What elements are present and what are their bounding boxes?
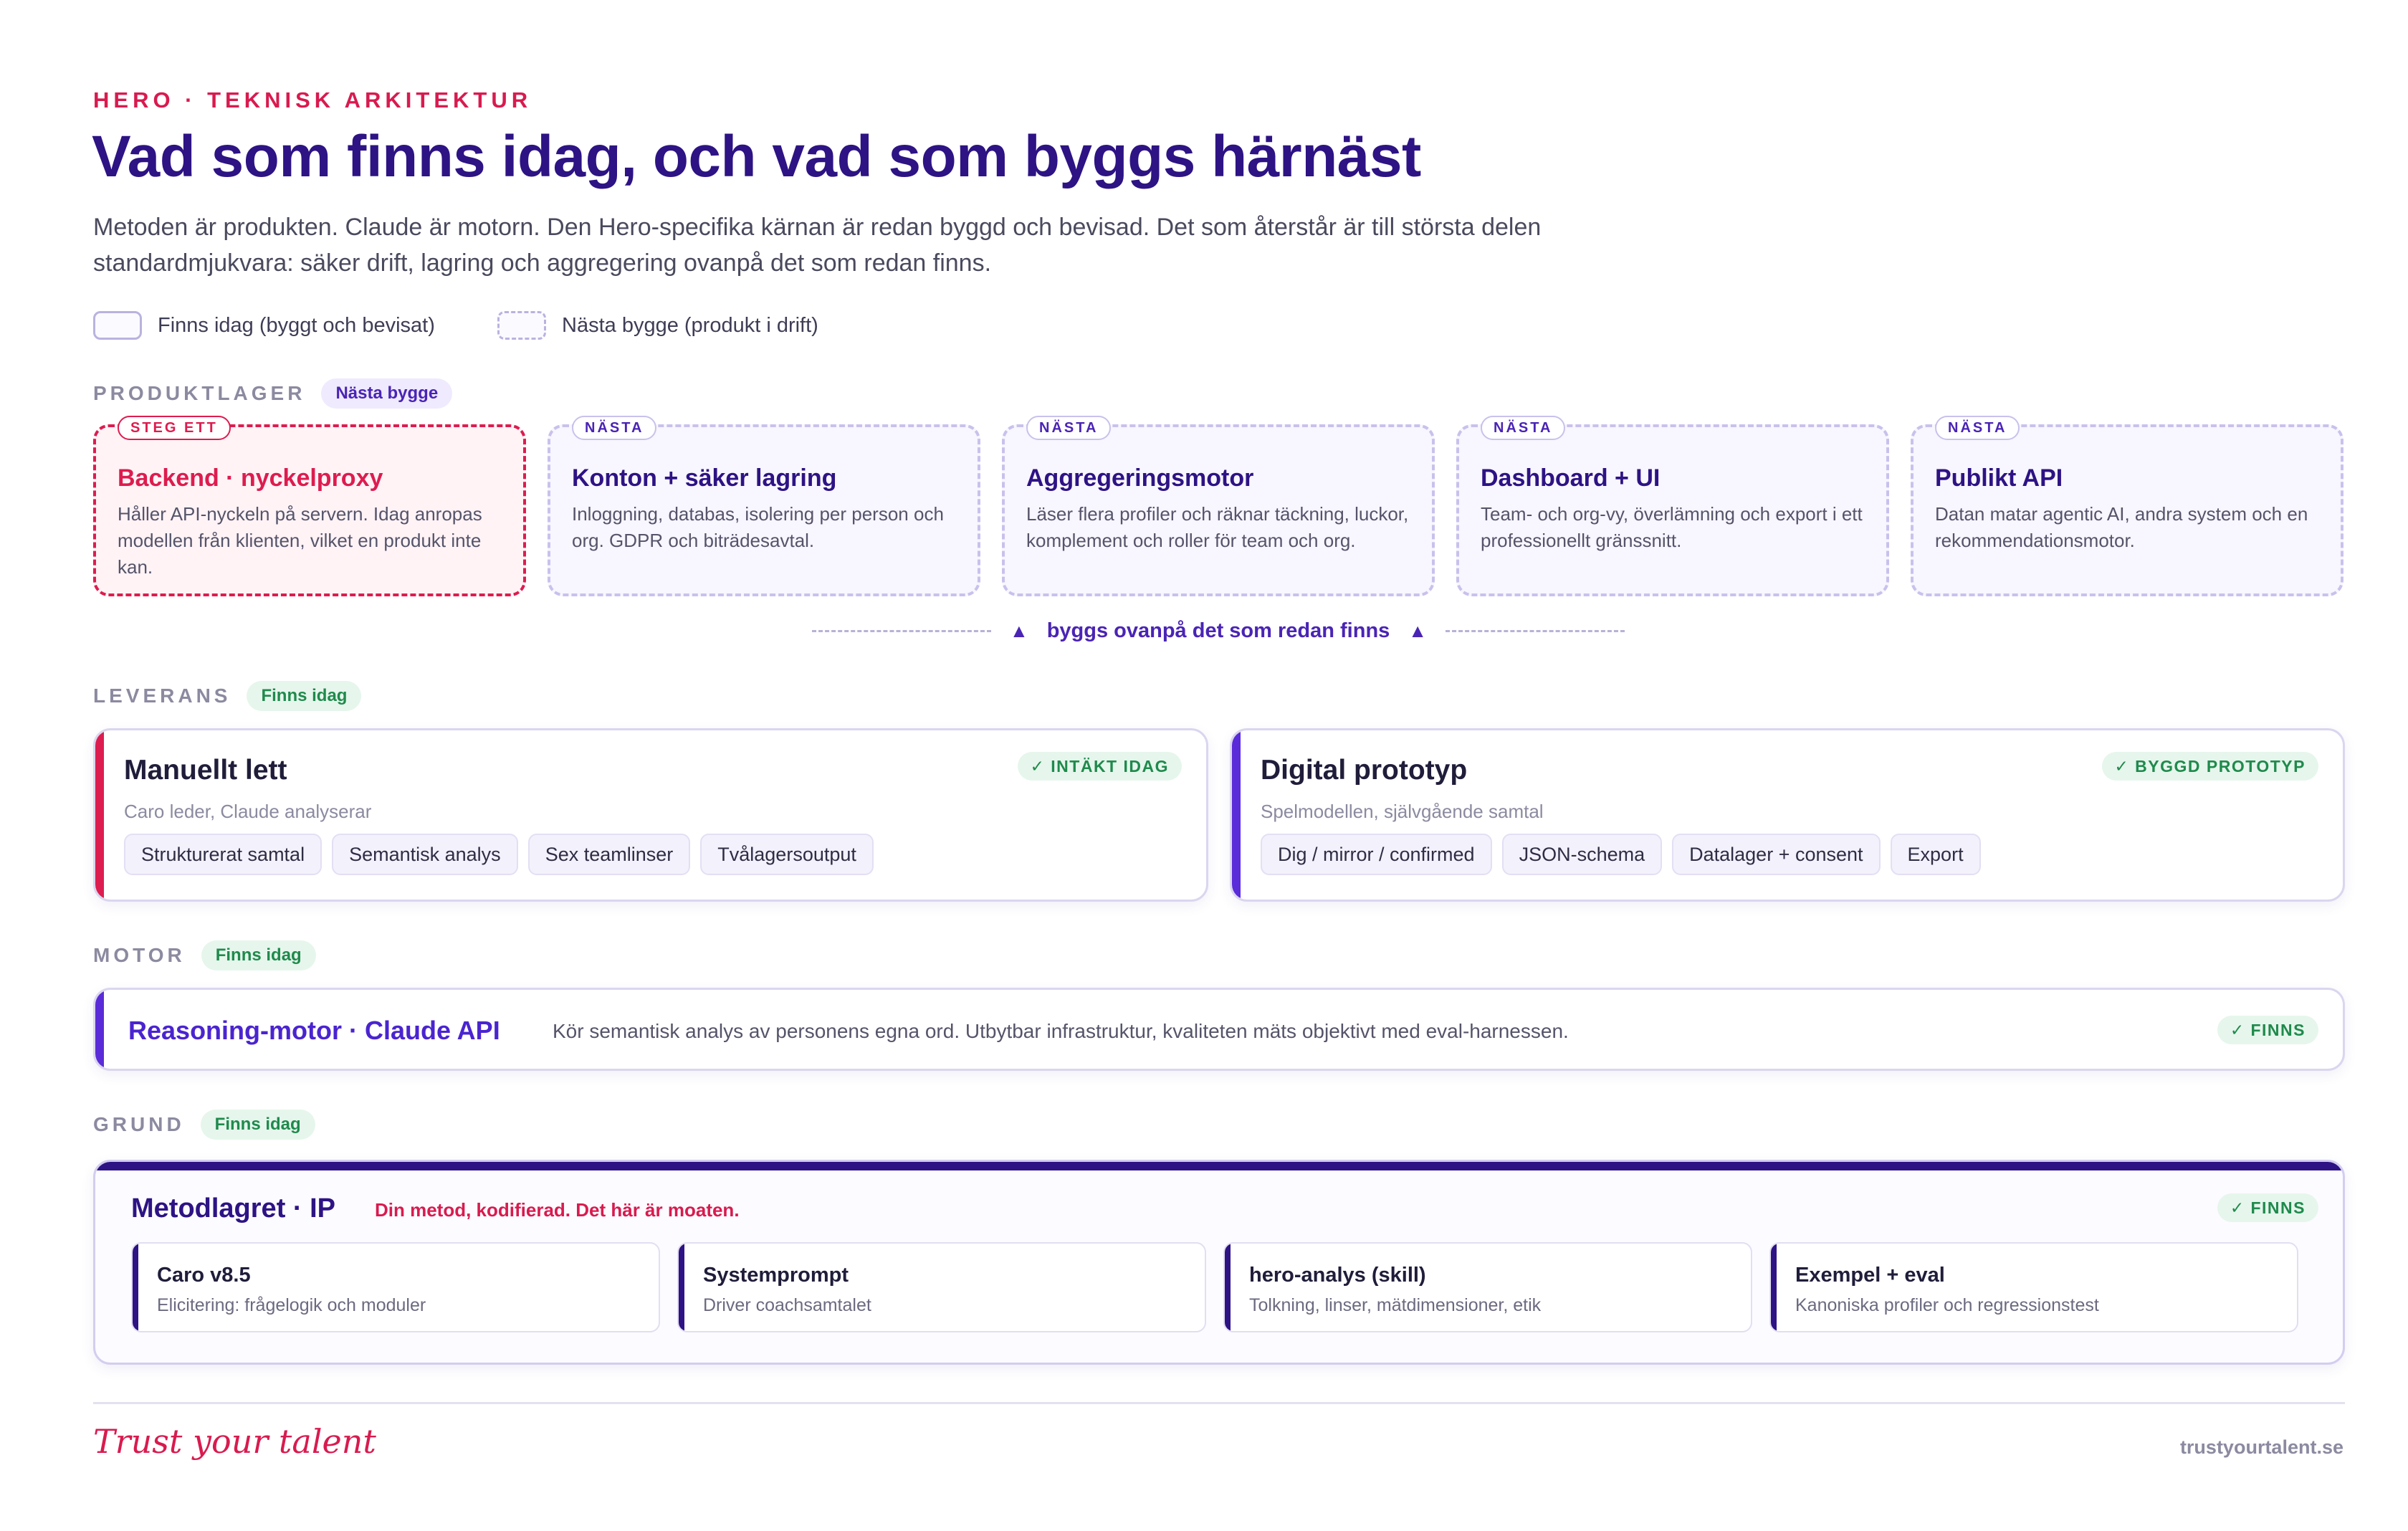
foundation-subtitle: Din metod, kodifierad. Det här är moaten…: [375, 1199, 740, 1221]
arrow-up-icon: ▲: [1009, 619, 1028, 642]
accent-bar: [1225, 1244, 1231, 1331]
layer-connector: ▲ byggs ovanpå det som redan finns ▲: [796, 616, 1641, 645]
card-tag: NÄSTA: [1481, 416, 1566, 440]
accent-bar: [1232, 730, 1241, 900]
foundation-item-systemprompt: Systemprompt Driver coachsamtalet: [677, 1242, 1206, 1332]
card-title: Manuellt lett: [124, 755, 287, 786]
foundation-item-eval: Exempel + eval Kanoniska profiler och re…: [1769, 1242, 2298, 1332]
chip-list: Dig / mirror / confirmed JSON-schema Dat…: [1261, 834, 1981, 875]
chip: Export: [1890, 834, 1981, 875]
accent-bar: [95, 730, 104, 900]
delivery-card-prototype: Digital prototyp Spelmodellen, självgåen…: [1230, 728, 2345, 902]
status-badge: ✓ FINNS: [2217, 1016, 2318, 1044]
product-card-aggregation: NÄSTA Aggregeringsmotor Läser flera prof…: [1002, 416, 1435, 596]
legend-solid-swatch: [93, 311, 142, 340]
item-description: Driver coachsamtalet: [703, 1295, 871, 1315]
lead-text: Metoden är produkten. Claude är motorn. …: [93, 214, 1542, 277]
layer-label: MOTOR: [93, 944, 186, 966]
card-title: Dashboard + UI: [1481, 464, 1661, 492]
legend-next: Nästa bygge (produkt i drift): [497, 310, 818, 341]
card-description: Inloggning, databas, isolering per perso…: [572, 503, 944, 551]
item-title: hero-analys (skill): [1249, 1264, 1426, 1287]
accent-bar: [95, 990, 104, 1069]
item-description: Elicitering: frågelogik och moduler: [157, 1295, 426, 1315]
item-description: Tolkning, linser, mätdimensioner, etik: [1249, 1295, 1542, 1315]
signature-logo: Trust your talent: [93, 1422, 376, 1461]
layer-header-product: PRODUKTLAGER Nästa bygge: [93, 376, 453, 411]
card-description: Datan matar agentic AI, andra system och…: [1935, 503, 2308, 551]
status-badge: ✓ FINNS: [2217, 1193, 2318, 1222]
dashed-line-left: [811, 629, 991, 632]
engine-description: Kör semantisk analys av personens egna o…: [553, 1020, 1569, 1042]
accent-bar: [1771, 1244, 1777, 1331]
layer-header-engine: MOTOR Finns idag: [93, 938, 316, 973]
layer-header-foundation: GRUND Finns idag: [93, 1107, 315, 1143]
card-subtitle: Spelmodellen, självgående samtal: [1261, 801, 1544, 822]
layer-label: PRODUKTLAGER: [93, 382, 306, 404]
legend-exists: Finns idag (byggt och bevisat): [93, 310, 435, 341]
accent-bar: [133, 1244, 138, 1331]
layer-label: GRUND: [93, 1113, 185, 1135]
legend-exists-label: Finns idag (byggt och bevisat): [158, 313, 435, 337]
card-title: Publikt API: [1935, 464, 2063, 492]
status-badge: ✓ BYGGD PROTOTYP: [2101, 752, 2318, 781]
product-card-public-api: NÄSTA Publikt API Datan matar agentic AI…: [1911, 416, 2344, 596]
foundation-item-hero-analys: hero-analys (skill) Tolkning, linser, mä…: [1223, 1242, 1752, 1332]
card-description: Håller API-nyckeln på servern. Idag anro…: [118, 503, 482, 578]
footer-divider: [93, 1402, 2345, 1404]
legend-next-label: Nästa bygge (produkt i drift): [562, 313, 818, 337]
card-title: Backend · nyckelproxy: [118, 464, 383, 492]
card-tag: NÄSTA: [1026, 416, 1112, 440]
accent-top-bar: [95, 1162, 2343, 1170]
item-description: Kanoniska profiler och regressionstest: [1795, 1295, 2099, 1315]
chip-list: Strukturerat samtal Semantisk analys Sex…: [124, 834, 874, 875]
item-title: Exempel + eval: [1795, 1264, 1945, 1287]
chip: Datalager + consent: [1672, 834, 1881, 875]
layer-pill: Finns idag: [200, 1110, 315, 1140]
engine-card: Reasoning-motor · Claude API Kör semanti…: [93, 988, 2345, 1071]
item-title: Caro v8.5: [157, 1264, 251, 1287]
arrow-up-icon: ▲: [1408, 619, 1428, 642]
foundation-item-caro: Caro v8.5 Elicitering: frågelogik och mo…: [131, 1242, 660, 1332]
delivery-card-manual: Manuellt lett Caro leder, Claude analyse…: [93, 728, 1208, 902]
page-title: Vad som finns idag, och vad som byggs hä…: [92, 124, 1421, 189]
chip: Sex teamlinser: [527, 834, 691, 875]
card-title: Konton + säker lagring: [572, 464, 837, 492]
engine-title: Reasoning-motor · Claude API: [128, 1016, 500, 1045]
item-title: Systemprompt: [703, 1264, 849, 1287]
site-url: trustyourtalent.se: [2179, 1436, 2344, 1458]
legend-dashed-swatch: [497, 311, 546, 340]
layer-pill: Finns idag: [201, 940, 316, 970]
chip: JSON-schema: [1501, 834, 1663, 875]
chip: Semantisk analys: [332, 834, 518, 875]
chip: Dig / mirror / confirmed: [1261, 834, 1492, 875]
connector-label: byggs ovanpå det som redan finns: [1046, 619, 1390, 642]
layer-label: LEVERANS: [93, 685, 231, 707]
layer-pill: Nästa bygge: [321, 378, 453, 409]
card-title: Digital prototyp: [1261, 755, 1468, 786]
chip: Strukturerat samtal: [124, 834, 322, 875]
dashed-line-right: [1446, 629, 1625, 632]
product-card-backend: STEG ETT Backend · nyckelproxy Håller AP…: [93, 416, 526, 596]
accent-bar: [679, 1244, 684, 1331]
product-card-dashboard: NÄSTA Dashboard + UI Team- och org-vy, ö…: [1456, 416, 1889, 596]
chip: Tvålagersoutput: [700, 834, 874, 875]
status-badge: ✓ INTÄKT IDAG: [1017, 752, 1182, 781]
layer-header-delivery: LEVERANS Finns idag: [93, 678, 362, 714]
card-tag: STEG ETT: [118, 416, 231, 440]
layer-pill: Finns idag: [247, 681, 362, 711]
card-title: Aggregeringsmotor: [1026, 464, 1254, 492]
card-tag: NÄSTA: [572, 416, 657, 440]
foundation-card: Metodlagret · IP Din metod, kodifierad. …: [93, 1160, 2345, 1365]
card-subtitle: Caro leder, Claude analyserar: [124, 801, 372, 822]
card-description: Läser flera profiler och räknar täckning…: [1026, 503, 1409, 551]
eyebrow: HERO · TEKNISK ARKITEKTUR: [93, 87, 532, 113]
foundation-title: Metodlagret · IP: [131, 1193, 336, 1224]
card-tag: NÄSTA: [1935, 416, 2020, 440]
product-card-accounts: NÄSTA Konton + säker lagring Inloggning,…: [548, 416, 980, 596]
card-description: Team- och org-vy, överlämning och export…: [1481, 503, 1863, 551]
